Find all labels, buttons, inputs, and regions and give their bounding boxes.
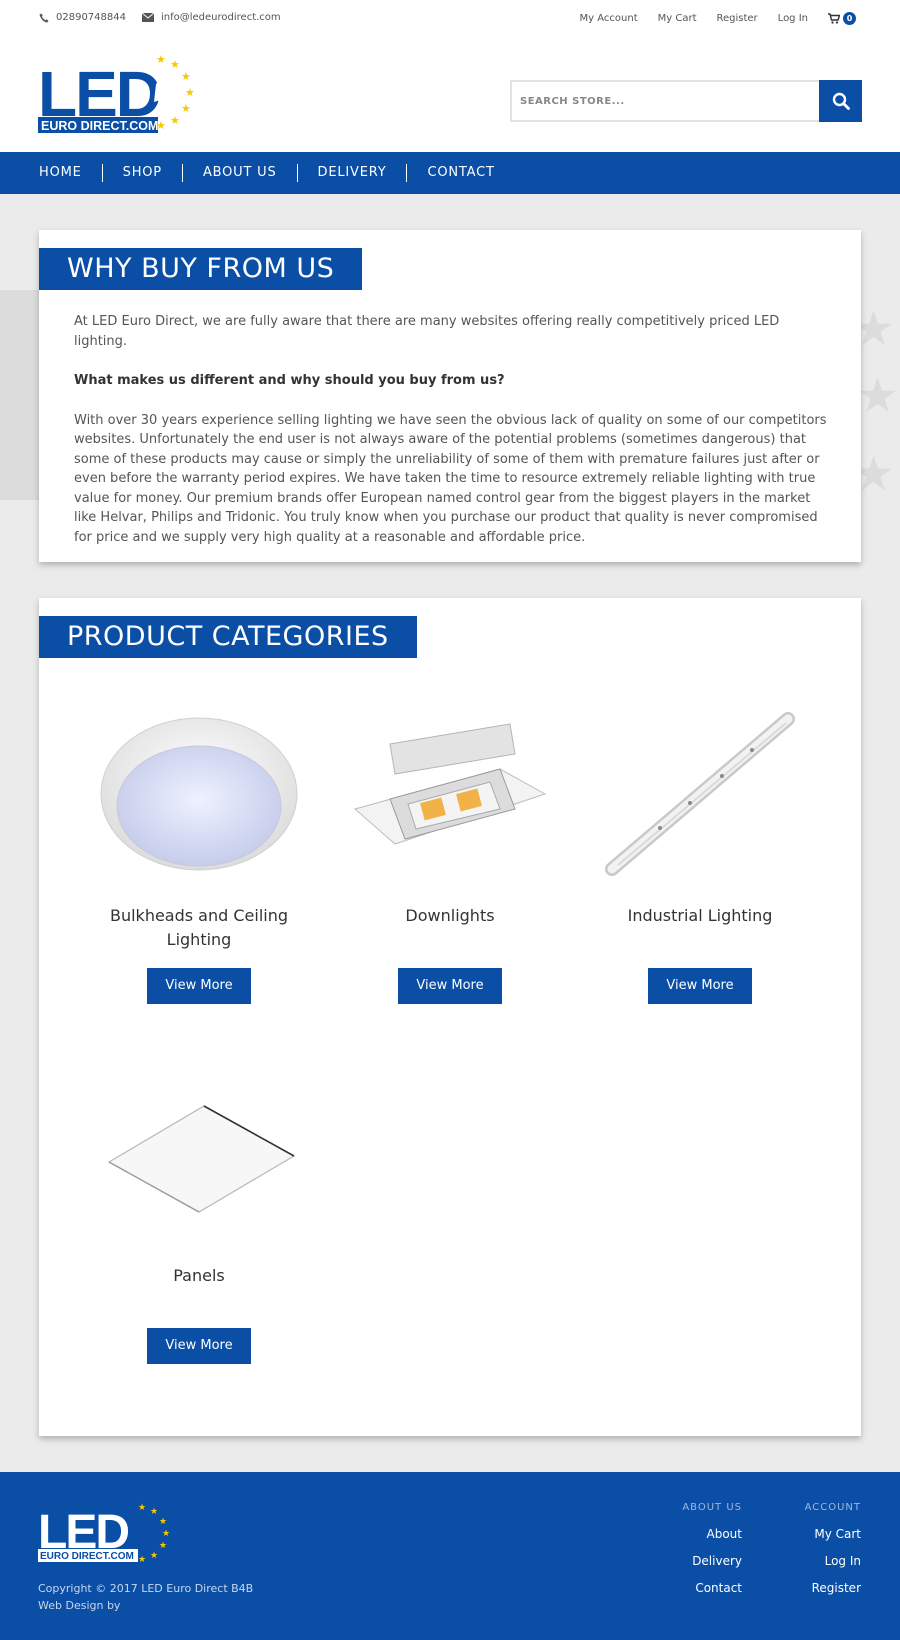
svg-text:★: ★ bbox=[138, 1503, 146, 1513]
why-buy-question: What makes us different and why should y… bbox=[74, 373, 505, 388]
main-navigation: HOME SHOP ABOUT US DELIVERY CONTACT bbox=[0, 152, 900, 194]
svg-text:★: ★ bbox=[156, 54, 166, 66]
why-buy-body: With over 30 years experience selling li… bbox=[74, 412, 827, 545]
svg-text:★: ★ bbox=[170, 58, 180, 71]
footer-link-delivery[interactable]: Delivery bbox=[682, 1554, 742, 1568]
category-card-industrial: Industrial Lighting View More bbox=[590, 694, 810, 1004]
nav-delivery[interactable]: DELIVERY bbox=[296, 164, 407, 182]
nav-shop[interactable]: SHOP bbox=[101, 164, 182, 182]
footer-link-log-in[interactable]: Log In bbox=[805, 1554, 861, 1568]
search-button[interactable] bbox=[819, 80, 862, 122]
view-more-button[interactable]: View More bbox=[147, 1328, 251, 1364]
view-more-button[interactable]: View More bbox=[147, 968, 251, 1004]
contact-info: 02890748844 info@ledeurodirect.com bbox=[39, 12, 281, 23]
industrial-light-image[interactable] bbox=[590, 694, 810, 894]
category-name: Downlights bbox=[405, 906, 495, 925]
svg-text:EURO DIRECT.COM: EURO DIRECT.COM bbox=[40, 1551, 134, 1562]
why-buy-section: WHY BUY FROM US At LED Euro Direct, we a… bbox=[39, 230, 861, 562]
product-categories-title: PRODUCT CATEGORIES bbox=[39, 616, 417, 658]
svg-text:★: ★ bbox=[159, 1541, 167, 1551]
svg-text:★: ★ bbox=[181, 102, 191, 115]
footer-led-euro-direct-logo[interactable]: LED EURO DIRECT.COM ★ ★★ ★★★ ★ bbox=[38, 1502, 180, 1568]
email-contact[interactable]: info@ledeurodirect.com bbox=[142, 12, 281, 23]
svg-text:★: ★ bbox=[138, 1555, 146, 1565]
footer-about-column: ABOUT US About Delivery Contact bbox=[682, 1502, 742, 1608]
nav-about-us[interactable]: ABOUT US bbox=[181, 164, 297, 182]
view-more-button[interactable]: View More bbox=[398, 968, 502, 1004]
footer-account-heading: ACCOUNT bbox=[804, 1502, 861, 1513]
mini-cart[interactable]: 0 bbox=[828, 12, 856, 25]
copyright-text: Copyright © 2017 LED Euro Direct B4B bbox=[38, 1582, 254, 1595]
site-header: LED EURO DIRECT.COM ★ ★ ★ ★ ★ ★ ★ bbox=[0, 38, 900, 152]
web-design-credit[interactable]: Web Design by bbox=[38, 1597, 253, 1614]
led-euro-direct-logo[interactable]: LED EURO DIRECT.COM ★ ★★ ★★★ ★ bbox=[38, 54, 208, 144]
category-name: Industrial Lighting bbox=[627, 906, 773, 925]
category-card-downlights: Downlights View More bbox=[340, 694, 560, 1004]
view-more-button[interactable]: View More bbox=[648, 968, 752, 1004]
background-decoration-bar bbox=[0, 290, 40, 500]
why-buy-intro: At LED Euro Direct, we are fully aware t… bbox=[74, 314, 780, 349]
email-address: info@ledeurodirect.com bbox=[161, 12, 281, 23]
search-input[interactable] bbox=[510, 80, 819, 122]
my-account-link[interactable]: My Account bbox=[580, 13, 638, 24]
site-footer: LED EURO DIRECT.COM ★ ★ ★ ★ ★ ★ ★ Copyright … bbox=[0, 1472, 900, 1640]
why-buy-text: At LED Euro Direct, we are fully aware t… bbox=[74, 312, 829, 567]
bulkhead-light-image[interactable] bbox=[89, 694, 309, 894]
downlight-image[interactable] bbox=[340, 694, 560, 894]
category-card-bulkheads: Bulkheads and Ceiling Lighting View More bbox=[89, 694, 309, 1004]
cart-count-badge: 0 bbox=[843, 12, 856, 25]
category-card-panels: Panels View More bbox=[89, 1054, 309, 1364]
svg-text:★: ★ bbox=[181, 70, 191, 83]
svg-text:★: ★ bbox=[170, 114, 180, 127]
login-link[interactable]: Log In bbox=[778, 13, 808, 24]
envelope-icon bbox=[142, 13, 154, 22]
footer-link-about[interactable]: About bbox=[682, 1527, 742, 1541]
top-bar: 02890748844 info@ledeurodirect.com My Ac… bbox=[0, 0, 900, 38]
phone-contact[interactable]: 02890748844 bbox=[39, 12, 126, 23]
svg-text:★: ★ bbox=[156, 119, 166, 132]
footer-copyright: Copyright © 2017 LED Euro Direct B4B Web… bbox=[38, 1580, 253, 1614]
svg-text:EURO DIRECT.COM: EURO DIRECT.COM bbox=[41, 119, 158, 133]
svg-text:★: ★ bbox=[150, 1551, 158, 1561]
search-bar bbox=[510, 80, 862, 122]
svg-text:★: ★ bbox=[185, 86, 195, 99]
phone-number: 02890748844 bbox=[56, 12, 126, 23]
footer-about-heading: ABOUT US bbox=[682, 1502, 742, 1513]
category-name: Bulkheads and Ceiling Lighting bbox=[109, 906, 289, 949]
background-star-icon: ★ bbox=[856, 368, 900, 424]
footer-link-register[interactable]: Register bbox=[805, 1581, 861, 1595]
nav-home[interactable]: HOME bbox=[39, 164, 102, 182]
my-cart-link[interactable]: My Cart bbox=[658, 13, 697, 24]
product-categories-section: PRODUCT CATEGORIES Bulkheads and Ceiling… bbox=[39, 598, 861, 1436]
account-links: My Account My Cart Register Log In 0 bbox=[580, 12, 856, 25]
phone-icon bbox=[39, 13, 49, 22]
svg-text:★: ★ bbox=[159, 1517, 167, 1527]
footer-link-my-cart[interactable]: My Cart bbox=[805, 1527, 861, 1541]
why-buy-title: WHY BUY FROM US bbox=[39, 248, 363, 290]
footer-account-column: ACCOUNT My Cart Log In Register bbox=[805, 1502, 861, 1608]
svg-text:★: ★ bbox=[150, 1507, 158, 1517]
register-link[interactable]: Register bbox=[717, 13, 758, 24]
category-name: Panels bbox=[173, 1266, 225, 1285]
nav-contact[interactable]: CONTACT bbox=[406, 164, 514, 182]
svg-text:★: ★ bbox=[162, 1529, 170, 1539]
search-icon bbox=[832, 92, 850, 110]
shopping-cart-icon bbox=[828, 13, 840, 24]
panel-light-image[interactable] bbox=[89, 1054, 309, 1254]
footer-link-contact[interactable]: Contact bbox=[682, 1581, 742, 1595]
